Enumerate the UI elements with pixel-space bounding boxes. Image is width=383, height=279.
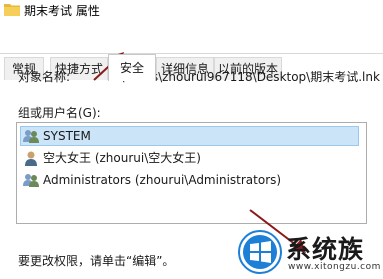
- group-user-list[interactable]: SYSTEM 空大女王 (zhourui\空大女王) Administrator…: [16, 122, 367, 224]
- list-item-system[interactable]: SYSTEM: [20, 126, 359, 146]
- tab-strip: 常规 快捷方式 安全 详细信息 以前的版本: [0, 27, 383, 81]
- tab-security[interactable]: 安全: [108, 54, 156, 81]
- tab-divider: [0, 53, 383, 54]
- list-item-label: Administrators (zhourui\Administrators): [43, 173, 282, 187]
- title-bar: 期末考试 属性: [0, 0, 383, 27]
- windows-logo-icon: [238, 230, 282, 274]
- permission-hint: 要更改权限，请单击“编辑”。: [18, 254, 175, 268]
- site-watermark: 系统族 www.xitongzu.com: [232, 226, 383, 279]
- group-icon: [23, 174, 39, 187]
- group-or-user-label: 组或用户名(G):: [18, 106, 101, 120]
- window-title: 期末考试 属性: [24, 4, 100, 18]
- group-icon: [23, 130, 39, 143]
- object-name-label: 对象名称:: [18, 70, 71, 84]
- watermark-url: www.xitongzu.com: [288, 262, 381, 272]
- list-item-label: 空大女王 (zhourui\空大女王): [43, 151, 201, 165]
- folder-icon: [4, 4, 20, 16]
- user-icon: [25, 151, 37, 166]
- watermark-brand: 系统族: [286, 235, 365, 264]
- list-item-label: SYSTEM: [43, 129, 91, 143]
